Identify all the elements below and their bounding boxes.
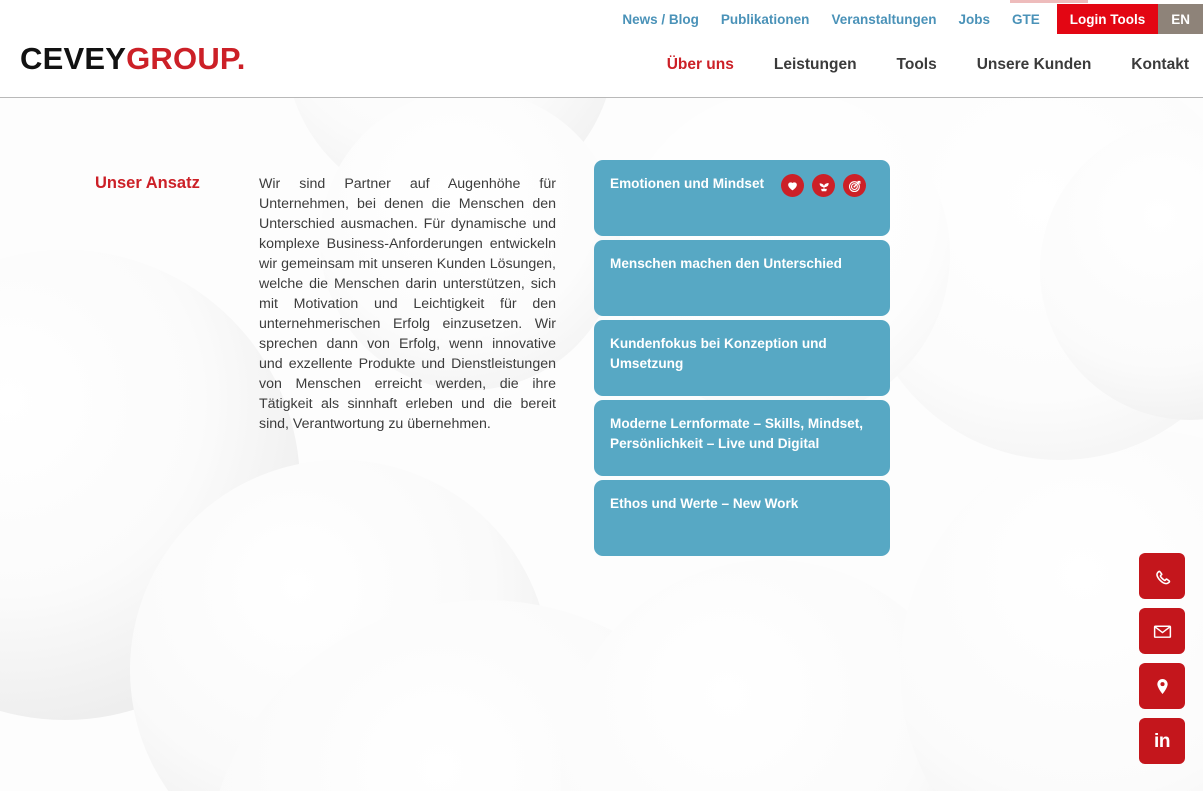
accordion-item-kundenfokus[interactable]: Kundenfokus bei Konzeption und Umsetzung bbox=[594, 320, 890, 396]
phone-button[interactable] bbox=[1139, 553, 1185, 599]
main-nav-item-leistungen[interactable]: Leistungen bbox=[774, 56, 857, 74]
main-nav-item-unsere-kunden[interactable]: Unsere Kunden bbox=[977, 56, 1092, 74]
heart-icon bbox=[781, 174, 804, 197]
accordion-list: Emotionen und Mindset Menschen machen de… bbox=[594, 160, 890, 560]
accordion-item-label: Ethos und Werte – New Work bbox=[610, 496, 799, 511]
intro-paragraph: Wir sind Partner auf Augenhöhe für Unter… bbox=[259, 176, 556, 433]
linkedin-icon: in bbox=[1154, 730, 1170, 752]
section-title: Unser Ansatz bbox=[95, 173, 200, 192]
top-accent-bar bbox=[1010, 0, 1088, 3]
linkedin-button[interactable]: in bbox=[1139, 718, 1185, 764]
main-nav-item-tools[interactable]: Tools bbox=[897, 56, 937, 74]
utility-nav-item-jobs[interactable]: Jobs bbox=[947, 4, 1001, 34]
main-nav-item-ueber-uns[interactable]: Über uns bbox=[667, 56, 734, 74]
plant-icon bbox=[812, 174, 835, 197]
utility-nav-item-news[interactable]: News / Blog bbox=[608, 4, 710, 34]
accordion-item-label: Kundenfokus bei Konzeption und Umsetzung bbox=[610, 336, 827, 371]
accordion-item-menschen-machen-den-unterschied[interactable]: Menschen machen den Unterschied bbox=[594, 240, 890, 316]
mail-button[interactable] bbox=[1139, 608, 1185, 654]
site-logo[interactable]: CEVEYGROUP. bbox=[20, 43, 246, 74]
language-switch-button[interactable]: EN bbox=[1158, 4, 1203, 34]
utility-nav-item-publikationen[interactable]: Publikationen bbox=[710, 4, 821, 34]
logo-text-accent: GROUP bbox=[126, 41, 237, 76]
accordion-item-label: Menschen machen den Unterschied bbox=[610, 256, 842, 271]
target-icon bbox=[843, 174, 866, 197]
logo-text-primary: CEVEY bbox=[20, 41, 127, 76]
utility-nav: News / Blog Publikationen Veranstaltunge… bbox=[608, 4, 1203, 34]
accordion-item-emotionen-und-mindset[interactable]: Emotionen und Mindset bbox=[594, 160, 890, 236]
accordion-item-moderne-lernformate[interactable]: Moderne Lernformate – Skills, Mindset, P… bbox=[594, 400, 890, 476]
phone-icon bbox=[1153, 567, 1172, 586]
location-button[interactable] bbox=[1139, 663, 1185, 709]
location-pin-icon bbox=[1153, 677, 1172, 696]
logo-dot: . bbox=[236, 41, 246, 76]
main-nav-item-kontakt[interactable]: Kontakt bbox=[1131, 56, 1189, 74]
utility-nav-item-gte[interactable]: GTE bbox=[1001, 4, 1051, 34]
floating-contact-buttons: in bbox=[1139, 553, 1185, 773]
accordion-item-label: Moderne Lernformate – Skills, Mindset, P… bbox=[610, 416, 864, 451]
main-content: Unser Ansatz Wir sind Partner auf Augenh… bbox=[0, 97, 1203, 791]
accordion-item-ethos-und-werte[interactable]: Ethos und Werte – New Work bbox=[594, 480, 890, 556]
site-header: CEVEYGROUP. News / Blog Publikationen Ve… bbox=[0, 0, 1203, 98]
accordion-item-icons bbox=[781, 174, 866, 197]
utility-nav-item-veranstaltungen[interactable]: Veranstaltungen bbox=[820, 4, 947, 34]
mail-icon bbox=[1152, 621, 1173, 642]
login-tools-button[interactable]: Login Tools bbox=[1056, 4, 1159, 34]
main-nav: Über uns Leistungen Tools Unsere Kunden … bbox=[627, 56, 1189, 74]
